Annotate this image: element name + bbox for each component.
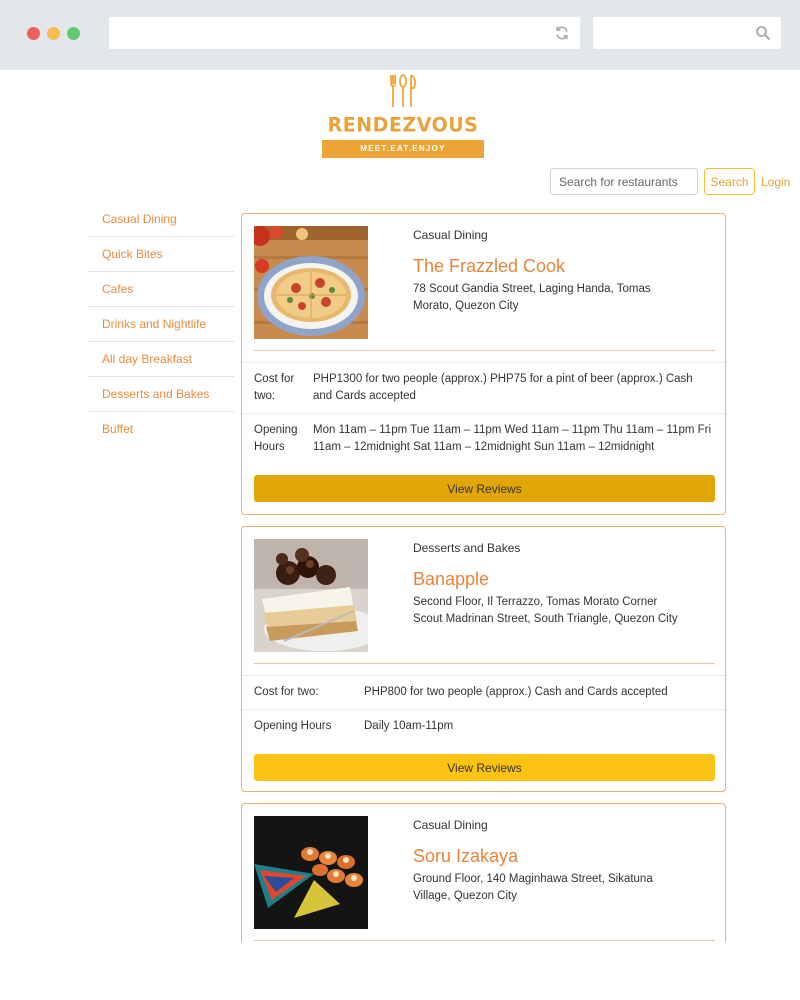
restaurant-name[interactable]: Soru Izakaya — [413, 846, 518, 867]
cost-label: Cost for two: — [254, 373, 295, 402]
address-bar[interactable] — [109, 17, 580, 49]
divider — [254, 663, 715, 664]
restaurant-category: Casual Dining — [413, 228, 488, 242]
cost-value: PHP800 for two people (approx.) Cash and… — [364, 686, 668, 698]
divider — [242, 709, 725, 710]
sidebar-item-casual-dining[interactable]: Casual Dining — [88, 202, 234, 237]
restaurant-search-input[interactable] — [550, 168, 698, 195]
brand-name: RENDEZVOUS — [327, 113, 479, 137]
minimize-window-button[interactable] — [47, 27, 60, 40]
cost-label: Cost for two: — [254, 686, 319, 698]
browser-toolbar — [0, 0, 800, 70]
divider — [242, 413, 725, 414]
reload-icon[interactable] — [554, 25, 570, 41]
restaurant-address: Ground Floor, 140 Maginhawa Street, Sika… — [413, 873, 653, 902]
sidebar-item-buffet[interactable]: Buffet — [88, 412, 234, 447]
sidebar-item-quick-bites[interactable]: Quick Bites — [88, 237, 234, 272]
divider — [254, 350, 715, 351]
divider — [242, 675, 725, 676]
divider — [254, 940, 715, 941]
search-icon[interactable] — [755, 25, 771, 41]
restaurant-category: Casual Dining — [413, 818, 488, 832]
brand-tagline: MEET.EAT.ENJOY — [322, 140, 484, 158]
restaurant-card: Casual Dining The Frazzled Cook 78 Scout… — [241, 213, 726, 515]
restaurant-photo[interactable] — [254, 539, 368, 652]
restaurant-photo[interactable] — [254, 226, 368, 339]
maximize-window-button[interactable] — [67, 27, 80, 40]
close-window-button[interactable] — [27, 27, 40, 40]
restaurant-name[interactable]: Banapple — [413, 569, 489, 590]
page-bottom — [0, 942, 800, 1000]
hours-label: Opening Hours — [254, 720, 332, 732]
sidebar-item-all-day-breakfast[interactable]: All day Breakfast — [88, 342, 234, 377]
hours-label: Opening Hours — [254, 424, 298, 453]
view-reviews-button[interactable]: View Reviews — [254, 475, 715, 502]
sidebar-item-drinks-nightlife[interactable]: Drinks and Nightlife — [88, 307, 234, 342]
divider — [242, 362, 725, 363]
sidebar-item-cafes[interactable]: Cafes — [88, 272, 234, 307]
restaurant-name[interactable]: The Frazzled Cook — [413, 256, 565, 277]
hours-value: Daily 10am-11pm — [364, 720, 454, 732]
search-button[interactable]: Search — [704, 168, 755, 195]
restaurant-card: Desserts and Bakes Banapple Second Floor… — [241, 526, 726, 792]
site-logo[interactable]: RENDEZVOUS MEET.EAT.ENJOY — [322, 74, 484, 160]
view-reviews-button[interactable]: View Reviews — [254, 754, 715, 781]
restaurant-category: Desserts and Bakes — [413, 541, 521, 555]
utensils-icon — [390, 74, 416, 107]
login-link[interactable]: Login — [761, 175, 790, 189]
browser-search-bar[interactable] — [593, 17, 781, 49]
restaurant-address: Second Floor, Il Terrazzo, Tomas Morato … — [413, 596, 678, 625]
category-sidebar: Casual Dining Quick Bites Cafes Drinks a… — [88, 202, 234, 447]
restaurant-address: 78 Scout Gandia Street, Laging Handa, To… — [413, 283, 651, 312]
hours-value: Mon 11am – 11pm Tue 11am – 11pm Wed 11am… — [313, 424, 712, 453]
sidebar-item-desserts-bakes[interactable]: Desserts and Bakes — [88, 377, 234, 412]
restaurant-photo[interactable] — [254, 816, 368, 929]
cost-value: PHP1300 for two people (approx.) PHP75 f… — [313, 373, 693, 402]
